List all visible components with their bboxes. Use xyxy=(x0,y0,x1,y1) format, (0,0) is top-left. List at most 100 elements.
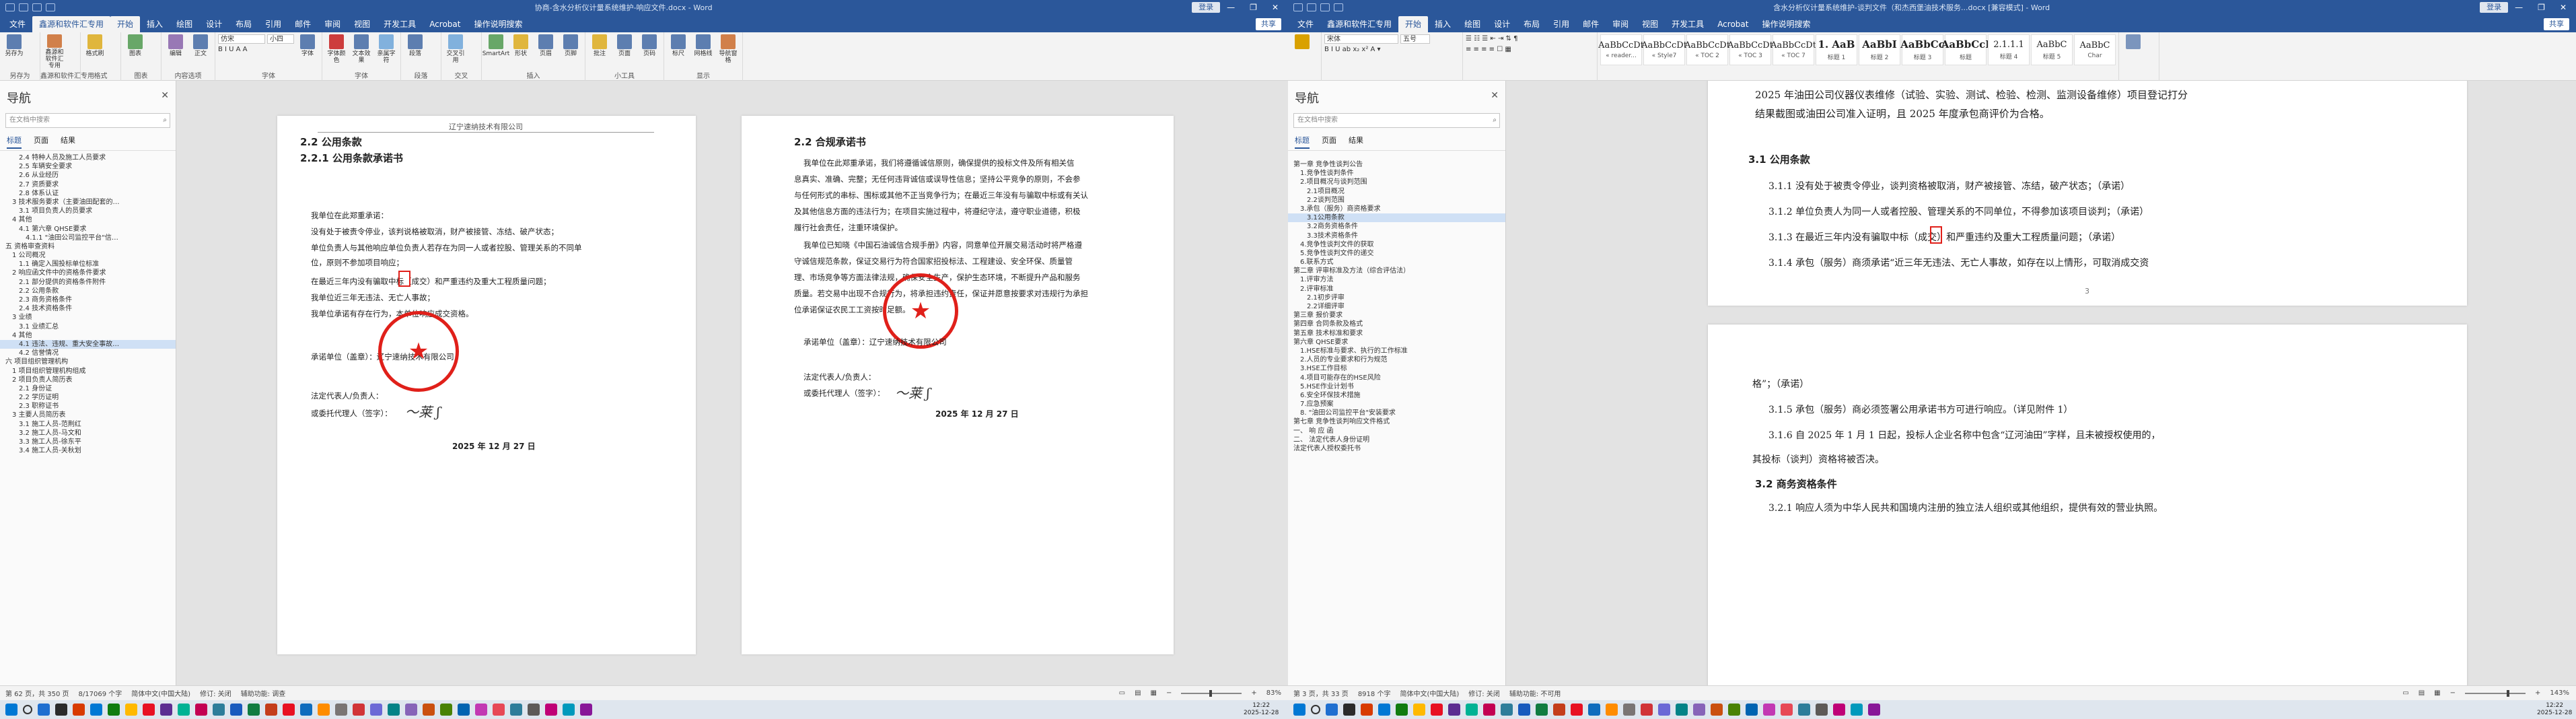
nav-heading-item[interactable]: 4.1.1 "油田公司监控平台"信… xyxy=(0,234,176,242)
undo-icon[interactable] xyxy=(1320,3,1330,11)
nav-heading-item[interactable]: 6.联系方式 xyxy=(1288,258,1505,267)
app-icon[interactable] xyxy=(1483,704,1495,716)
app-icon[interactable] xyxy=(248,704,260,716)
ribbon-tab[interactable]: 引用 xyxy=(1546,16,1576,32)
save-icon[interactable] xyxy=(1307,3,1316,11)
nav-heading-item[interactable]: 一、 响 应 函 xyxy=(1288,427,1505,436)
tab-pages[interactable]: 页面 xyxy=(34,135,48,149)
print-layout-icon[interactable]: ▤ xyxy=(1135,689,1141,697)
ribbon-button[interactable]: 格式刷 xyxy=(83,34,106,69)
ribbon-tab[interactable]: 邮件 xyxy=(1576,16,1606,32)
ribbon-button[interactable]: 网格线 xyxy=(692,34,715,69)
app-icon[interactable] xyxy=(580,704,592,716)
app-icon[interactable] xyxy=(1518,704,1530,716)
app-icon[interactable] xyxy=(143,704,155,716)
nav-heading-item[interactable]: 2 项目负责人简历表 xyxy=(0,376,176,384)
ribbon-tab[interactable]: 开发工具 xyxy=(377,16,423,32)
ribbon-tab[interactable]: 布局 xyxy=(1517,16,1546,32)
ribbon-tab[interactable]: 鑫源和软件汇专用 xyxy=(32,16,111,32)
windows-start-icon[interactable] xyxy=(5,704,17,716)
app-icon[interactable] xyxy=(335,704,347,716)
app-icon[interactable] xyxy=(1763,704,1775,716)
nav-heading-item[interactable]: 六 项目组织管理机构 xyxy=(0,357,176,366)
track-changes[interactable]: 修订: 关闭 xyxy=(1468,688,1500,698)
ribbon-tab[interactable]: 操作说明搜索 xyxy=(1755,16,1817,32)
app-icon[interactable] xyxy=(300,704,312,716)
nav-heading-item[interactable]: 2.1初步评审 xyxy=(1288,294,1505,302)
ribbon-tab[interactable]: 绘图 xyxy=(170,16,199,32)
ribbon-button[interactable]: 页脚 xyxy=(559,34,582,69)
app-icon[interactable] xyxy=(370,704,382,716)
app-icon[interactable] xyxy=(1448,704,1460,716)
nav-heading-item[interactable]: 4 其他 xyxy=(0,215,176,224)
style-item[interactable]: 1. AaB 标题 1 xyxy=(1816,34,1857,65)
nav-heading-item[interactable]: 1 公司概况 xyxy=(0,251,176,260)
style-item[interactable]: AaBbCcDt « TOC 2 xyxy=(1684,34,1730,65)
ribbon-tab[interactable]: 审阅 xyxy=(1606,16,1635,32)
app-icon[interactable] xyxy=(1431,704,1443,716)
nav-heading-item[interactable]: 2.2 学历证明 xyxy=(0,393,176,402)
app-icon[interactable] xyxy=(1746,704,1758,716)
accessibility[interactable]: 辅助功能: 调查 xyxy=(241,688,286,698)
nav-heading-item[interactable]: 2.3 职称证书 xyxy=(0,402,176,411)
page-count[interactable]: 第 62 页，共 350 页 xyxy=(5,688,69,698)
app-icon[interactable] xyxy=(318,704,330,716)
app-icon[interactable] xyxy=(55,704,67,716)
nav-heading-item[interactable]: 第三章 报价要求 xyxy=(1288,311,1505,320)
minimize-icon[interactable]: — xyxy=(2515,3,2523,12)
tab-pages[interactable]: 页面 xyxy=(1322,135,1336,149)
tab-headings[interactable]: 标题 xyxy=(1295,135,1310,149)
style-item[interactable]: AaBbC Char xyxy=(2074,34,2116,65)
word-count[interactable]: 8918 个字 xyxy=(1358,688,1391,698)
ribbon-tab[interactable]: 文件 xyxy=(3,16,32,32)
ribbon-button[interactable]: 字体 xyxy=(296,34,319,69)
nav-heading-item[interactable]: 5.竞争性谈判文件的递交 xyxy=(1288,249,1505,258)
nav-heading-item[interactable]: 3 业绩 xyxy=(0,313,176,322)
ribbon-button[interactable]: 编辑 xyxy=(164,34,187,69)
nav-heading-item[interactable]: 5.HSE作业计划书 xyxy=(1288,382,1505,391)
ribbon-button[interactable]: 文本效果 xyxy=(350,34,373,69)
ribbon-button[interactable]: 鑫源和软件汇专用 xyxy=(43,34,66,69)
app-icon[interactable] xyxy=(1728,704,1740,716)
tab-results[interactable]: 结果 xyxy=(1349,135,1363,149)
undo-icon[interactable] xyxy=(32,3,42,11)
nav-heading-item[interactable]: 1.评审方法 xyxy=(1288,275,1505,284)
nav-search-input[interactable]: 在文档中搜索 ⌕ xyxy=(1293,113,1500,128)
nav-heading-item[interactable]: 4 其他 xyxy=(0,331,176,340)
nav-heading-item[interactable]: 2.1 部分提供的资格条件附件 xyxy=(0,278,176,287)
app-icon[interactable] xyxy=(1641,704,1653,716)
nav-heading-item[interactable]: 2.1项目概况 xyxy=(1288,187,1505,196)
track-changes[interactable]: 修订: 关闭 xyxy=(200,688,231,698)
ribbon-tab[interactable]: 开发工具 xyxy=(1665,16,1711,32)
app-icon[interactable] xyxy=(528,704,540,716)
restore-icon[interactable]: ❐ xyxy=(2538,3,2545,12)
app-icon[interactable] xyxy=(1816,704,1828,716)
app-icon[interactable] xyxy=(1326,704,1338,716)
app-icon[interactable] xyxy=(458,704,470,716)
zoom-level[interactable]: 83% xyxy=(1266,689,1281,697)
zoom-slider[interactable] xyxy=(2465,689,2526,697)
ribbon-button[interactable]: 正文 xyxy=(189,34,212,69)
ribbon-tab[interactable]: 开始 xyxy=(1398,16,1429,32)
share-button[interactable]: 共享 xyxy=(2544,18,2569,30)
nav-heading-item[interactable]: 3.2 施工人员-马文和 xyxy=(0,429,176,438)
zoom-slider[interactable] xyxy=(1181,689,1242,697)
nav-heading-item[interactable]: 2.评审标准 xyxy=(1288,285,1505,294)
app-icon[interactable] xyxy=(1868,704,1880,716)
web-layout-icon[interactable]: ▦ xyxy=(1151,689,1157,697)
web-layout-icon[interactable]: ▦ xyxy=(2434,689,2440,697)
nav-heading-item[interactable]: 2.2 公用条款 xyxy=(0,287,176,296)
autosave-icon[interactable] xyxy=(5,3,15,11)
nav-heading-item[interactable]: 1.HSE标准与要求、执行的工作标准 xyxy=(1288,347,1505,355)
font-name-select[interactable]: 仿宋 xyxy=(218,34,265,44)
focus-icon[interactable]: ▭ xyxy=(1119,689,1125,697)
app-icon[interactable] xyxy=(1553,704,1565,716)
app-icon[interactable] xyxy=(1466,704,1478,716)
font-size-select[interactable]: 五号 xyxy=(1400,34,1430,44)
app-icon[interactable] xyxy=(493,704,505,716)
app-icon[interactable] xyxy=(38,704,50,716)
nav-heading-item[interactable]: 2.2详细评审 xyxy=(1288,302,1505,311)
app-icon[interactable] xyxy=(1693,704,1705,716)
nav-heading-item[interactable]: 2.2谈判范围 xyxy=(1288,196,1505,205)
nav-heading-item[interactable]: 2 响应函文件中的资格条件要求 xyxy=(0,269,176,277)
